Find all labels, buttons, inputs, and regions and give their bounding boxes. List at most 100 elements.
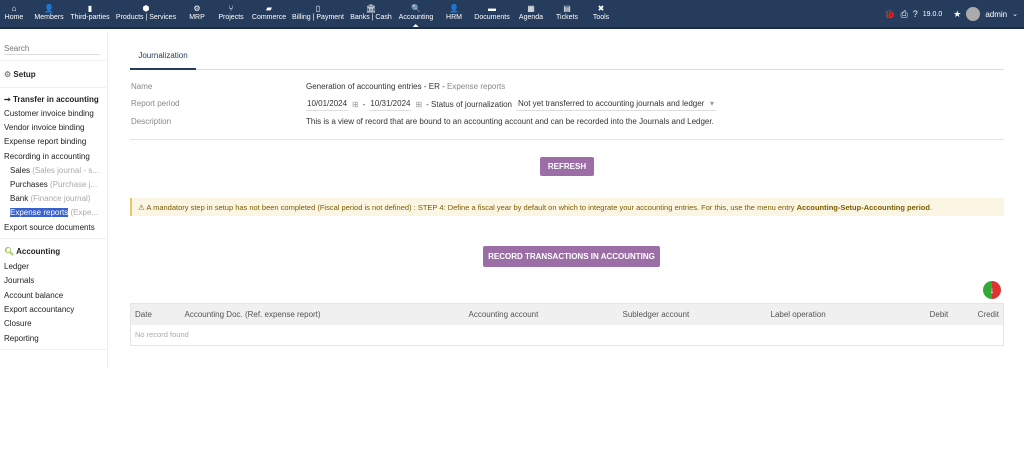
sidebar-journals[interactable]: Journals bbox=[4, 276, 34, 285]
tab-journalization[interactable]: Journalization bbox=[130, 41, 196, 70]
top-right-tools: 🐞 ⎙ ? 19.0.0 ★ admin ⌄ bbox=[884, 7, 1018, 21]
topnav-label: Tools bbox=[592, 14, 610, 21]
gear-icon: ⚙ bbox=[4, 70, 14, 79]
sidebar-reporting[interactable]: Reporting bbox=[4, 334, 39, 343]
date-to-input[interactable]: 10/31/2024 bbox=[369, 97, 412, 111]
sidebar-ledger[interactable]: Ledger bbox=[4, 262, 29, 271]
journal-label: Bank bbox=[10, 194, 29, 203]
refresh-button[interactable]: REFRESH bbox=[540, 157, 594, 176]
warning-text: A mandatory step in setup has not been c… bbox=[146, 203, 795, 212]
journal-label: Sales bbox=[10, 166, 31, 175]
products-services-icon: ⬢ bbox=[142, 4, 150, 13]
export-csv-icon[interactable]: ↓ bbox=[983, 281, 1001, 299]
sidebar-setup-label: Setup bbox=[13, 70, 36, 79]
status-label: - Status of journalization bbox=[426, 99, 512, 109]
arrow-right-icon: ➞ bbox=[4, 95, 13, 104]
sidebar-journal-purchases[interactable]: Purchases (Purchase j... bbox=[10, 180, 97, 189]
table-header-row: Date Accounting Doc. (Ref. expense repor… bbox=[130, 303, 1004, 325]
col-label-operation[interactable]: Label operation bbox=[766, 303, 907, 325]
topnav-members[interactable]: 👤 Members bbox=[34, 4, 63, 21]
col-subledger-account[interactable]: Subledger account bbox=[618, 303, 767, 325]
tickets-icon: ▤ bbox=[563, 4, 571, 13]
date-from-input[interactable]: 10/01/2024 bbox=[306, 97, 349, 111]
sidebar-setup[interactable]: ⚙ Setup bbox=[4, 70, 36, 79]
sidebar-transfer[interactable]: ➞ Transfer in accounting bbox=[4, 95, 99, 104]
sidebar-recording-in-accounting[interactable]: Recording in accounting bbox=[4, 152, 90, 161]
topnav-accounting[interactable]: 🔍 Accounting bbox=[398, 4, 434, 27]
left-menu: ⚙ Setup ➞ Transfer in accounting Custome… bbox=[0, 31, 108, 368]
sidebar-export-source-documents[interactable]: Export source documents bbox=[4, 223, 95, 232]
accounting-icon: 🔍 bbox=[411, 4, 421, 13]
topnav-label: Accounting bbox=[398, 14, 434, 21]
table-row: No record found bbox=[131, 325, 1004, 346]
sidebar-journal-expense-reports[interactable]: Expense reports (Expe... bbox=[10, 208, 98, 217]
sidebar-journal-sales[interactable]: Sales (Sales journal - s... bbox=[10, 166, 99, 175]
topnav-tickets[interactable]: ▤ Tickets bbox=[556, 4, 578, 21]
members-icon: 👤 bbox=[44, 4, 54, 13]
col-date[interactable]: Date bbox=[130, 303, 181, 325]
hrm-icon: 👤 bbox=[449, 4, 459, 13]
topnav-label: Projects bbox=[218, 14, 244, 21]
topnav-label: Third-parties bbox=[70, 14, 110, 21]
billing-payment-icon: ▯ bbox=[315, 4, 321, 13]
sidebar-accounting[interactable]: 🔍︎ Accounting bbox=[4, 247, 60, 256]
print-icon[interactable]: ⎙ bbox=[901, 9, 908, 20]
user-menu[interactable]: admin bbox=[985, 10, 1007, 19]
journal-label: Purchases bbox=[10, 180, 48, 189]
record-transactions-button[interactable]: RECORD TRANSACTIONS IN ACCOUNTING bbox=[483, 246, 660, 267]
sidebar-journal-bank[interactable]: Bank (Finance journal) bbox=[10, 194, 91, 203]
topnav-label: Agenda bbox=[518, 14, 544, 21]
col-accounting-doc[interactable]: Accounting Doc. (Ref. expense report) bbox=[180, 303, 465, 325]
calendar-icon[interactable]: ⊞ bbox=[415, 100, 422, 109]
report-period-label: Report period bbox=[131, 99, 180, 108]
topnav-billing-payment[interactable]: ▯ Billing | Payment bbox=[292, 4, 344, 21]
topnav-label: Documents bbox=[474, 14, 510, 21]
version: 19.0.0 bbox=[922, 10, 943, 18]
topnav-label: Members bbox=[34, 14, 64, 21]
tab-bar: Journalization bbox=[130, 41, 1004, 70]
topnav-projects[interactable]: ⑂ Projects bbox=[218, 4, 243, 21]
topnav-products-services[interactable]: ⬢ Products | Services bbox=[116, 4, 176, 21]
tools-icon: ✖ bbox=[597, 4, 605, 13]
calendar-icon[interactable]: ⊞ bbox=[352, 100, 359, 109]
sidebar-closure[interactable]: Closure bbox=[4, 319, 32, 328]
status-select[interactable]: Not yet transferred to accounting journa… bbox=[516, 97, 716, 111]
home-icon: ⌂ bbox=[11, 4, 17, 13]
name-text: Generation of accounting entries - ER - bbox=[306, 82, 445, 91]
bug-icon[interactable]: 🐞 bbox=[884, 9, 895, 20]
bookmark-star-icon[interactable]: ★ bbox=[953, 9, 961, 20]
col-accounting-account[interactable]: Accounting account bbox=[464, 303, 619, 325]
topnav-hrm[interactable]: 👤 HRM bbox=[446, 4, 462, 21]
avatar[interactable] bbox=[966, 7, 981, 21]
third-parties-icon: ▮ bbox=[87, 4, 93, 13]
col-credit[interactable]: Credit bbox=[952, 303, 1004, 325]
topnav-label: Products | Services bbox=[115, 14, 177, 21]
topnav-label: HRM bbox=[446, 14, 462, 21]
col-debit[interactable]: Debit bbox=[906, 303, 953, 325]
sidebar-expense-report-binding[interactable]: Expense report binding bbox=[4, 137, 86, 146]
sidebar-account-balance[interactable]: Account balance bbox=[4, 291, 63, 300]
topnav-third-parties[interactable]: ▮ Third-parties bbox=[70, 4, 109, 21]
topnav-label: Commerce bbox=[251, 14, 287, 21]
topnav-documents[interactable]: ▬ Documents bbox=[474, 4, 509, 21]
journal-label: Expense reports bbox=[10, 208, 69, 217]
help-icon[interactable]: ? bbox=[913, 9, 918, 19]
topnav-tools[interactable]: ✖ Tools bbox=[593, 4, 609, 21]
search-input[interactable] bbox=[4, 42, 100, 55]
chevron-down-icon[interactable]: ⌄ bbox=[1012, 10, 1018, 18]
topnav-banks-cash[interactable]: 🏛 Banks | Cash bbox=[350, 4, 392, 21]
topnav-mrp[interactable]: ⚙ MRP bbox=[189, 4, 205, 21]
dropdown-arrow-icon: ▾ bbox=[709, 99, 714, 108]
journal-hint: (Expe... bbox=[70, 208, 99, 217]
sidebar-vendor-invoice-binding[interactable]: Vendor invoice binding bbox=[4, 123, 85, 132]
journal-hint: (Sales journal - s... bbox=[32, 166, 99, 175]
topnav-home[interactable]: ⌂ Home bbox=[5, 4, 24, 21]
sidebar-customer-invoice-binding[interactable]: Customer invoice binding bbox=[4, 109, 94, 118]
topnav-label: Home bbox=[4, 14, 24, 21]
warning-menu-link[interactable]: Accounting-Setup-Accounting period bbox=[797, 203, 930, 212]
topnav-commerce[interactable]: ▰ Commerce bbox=[252, 4, 286, 21]
status-selected: Not yet transferred to accounting journa… bbox=[518, 99, 705, 108]
sidebar-export-accountancy[interactable]: Export accountancy bbox=[4, 305, 74, 314]
description-label: Description bbox=[131, 117, 172, 126]
topnav-agenda[interactable]: ▦ Agenda bbox=[519, 4, 543, 21]
